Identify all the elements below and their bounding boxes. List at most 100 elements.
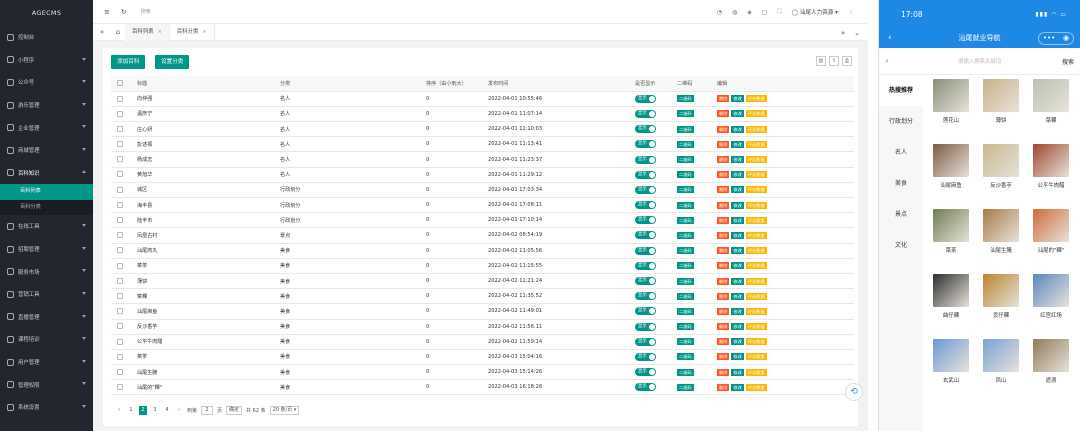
comment-data-button[interactable]: 评论数据 — [745, 125, 767, 133]
qrcode-button[interactable]: 二维码 — [677, 323, 694, 331]
edit-button[interactable]: 修改 — [731, 383, 744, 391]
close-icon[interactable]: × — [202, 24, 206, 41]
grid-item[interactable]: 汕尾生腌 — [977, 209, 1025, 254]
delete-button[interactable]: 删除 — [717, 307, 730, 315]
row-checkbox[interactable] — [117, 262, 123, 269]
qrcode-button[interactable]: 二维码 — [677, 125, 694, 133]
goto-page-input[interactable]: 2 — [201, 406, 214, 415]
sidebar-item-6[interactable]: 百科知识 — [0, 162, 93, 185]
sidebar-item-8[interactable]: 招聘管理 — [0, 238, 93, 261]
row-checkbox[interactable] — [117, 338, 123, 345]
col-time[interactable]: 发布时间 — [482, 76, 629, 92]
theme-icon[interactable]: ◈ — [747, 9, 752, 16]
home-icon[interactable]: ⌂ — [111, 28, 125, 36]
row-select-cell[interactable] — [111, 121, 131, 138]
comment-data-button[interactable]: 评论数据 — [745, 383, 767, 391]
row-select-cell[interactable] — [111, 288, 131, 305]
visible-toggle[interactable]: 显示 — [635, 368, 656, 377]
comment-data-button[interactable]: 评论数据 — [745, 171, 767, 179]
visible-toggle[interactable]: 显示 — [635, 185, 656, 194]
edit-button[interactable]: 修改 — [731, 140, 744, 148]
qrcode-button[interactable]: 二维码 — [677, 140, 694, 148]
sidebar-item-12[interactable]: 课程培训 — [0, 328, 93, 351]
edit-button[interactable]: 修改 — [731, 277, 744, 285]
sidebar-item-1[interactable]: 小程序 — [0, 49, 93, 72]
col-visible[interactable]: 是否显示 — [629, 76, 671, 92]
delete-button[interactable]: 删除 — [717, 368, 730, 376]
row-select-cell[interactable] — [111, 136, 131, 153]
sidebar-item-15[interactable]: 系统设置 — [0, 396, 93, 419]
row-checkbox[interactable] — [117, 217, 123, 224]
delete-button[interactable]: 删除 — [717, 186, 730, 194]
edit-button[interactable]: 修改 — [731, 201, 744, 209]
row-checkbox[interactable] — [117, 368, 123, 375]
grid-item[interactable]: 玄武山 — [927, 339, 975, 384]
note-icon[interactable]: ▢ — [762, 9, 768, 16]
qrcode-button[interactable]: 二维码 — [677, 307, 694, 315]
row-select-cell[interactable] — [111, 319, 131, 335]
phone-category-0[interactable]: 热搜推荐 — [879, 75, 923, 106]
grid-item[interactable]: 汕尾的"粿" — [1027, 209, 1075, 254]
comment-data-button[interactable]: 评论数据 — [745, 186, 767, 194]
row-checkbox[interactable] — [117, 232, 123, 239]
row-select-cell[interactable] — [111, 243, 131, 259]
delete-button[interactable]: 删除 — [717, 216, 730, 224]
qrcode-button[interactable]: 二维码 — [677, 247, 694, 255]
grid-item[interactable]: 公平牛肉醋 — [1027, 144, 1075, 189]
row-select-cell[interactable] — [111, 91, 131, 107]
comment-data-button[interactable]: 评论数据 — [745, 110, 767, 118]
grid-item[interactable]: 菜茶 — [927, 209, 975, 254]
qrcode-button[interactable]: 二维码 — [677, 277, 694, 285]
sidebar-item-0[interactable]: 控制台 — [0, 26, 93, 49]
qrcode-button[interactable]: 二维码 — [677, 338, 694, 346]
grid-item[interactable]: 反沙香芋 — [977, 144, 1025, 189]
edit-button[interactable]: 修改 — [731, 186, 744, 194]
delete-button[interactable]: 删除 — [717, 171, 730, 179]
comment-data-button[interactable]: 评论数据 — [745, 95, 767, 103]
qrcode-button[interactable]: 二维码 — [677, 186, 694, 194]
row-select-cell[interactable] — [111, 303, 131, 320]
visible-toggle[interactable]: 显示 — [635, 292, 656, 301]
comment-data-button[interactable]: 评论数据 — [745, 368, 767, 376]
delete-button[interactable]: 删除 — [717, 247, 730, 255]
visible-toggle[interactable]: 显示 — [635, 261, 656, 270]
col-sort[interactable]: 排序（由小到大） — [420, 76, 482, 92]
delete-button[interactable]: 删除 — [717, 156, 730, 164]
sidebar-item-9[interactable]: 服务市场 — [0, 260, 93, 283]
top-search[interactable]: 搜索 — [141, 8, 151, 15]
edit-button[interactable]: 修改 — [731, 110, 744, 118]
phone-search-input[interactable]: 请输入搜索关键词 — [897, 57, 1062, 65]
visible-toggle[interactable]: 显示 — [635, 216, 656, 225]
visible-toggle[interactable]: 显示 — [635, 352, 656, 361]
comment-data-button[interactable]: 评论数据 — [745, 216, 767, 224]
qrcode-button[interactable]: 二维码 — [677, 95, 694, 103]
row-checkbox[interactable] — [117, 110, 123, 117]
col-edit[interactable]: 编辑 — [711, 76, 854, 92]
edit-button[interactable]: 修改 — [731, 323, 744, 331]
print-icon[interactable]: ⎙ — [842, 56, 852, 66]
phone-category-1[interactable]: 行政划分 — [879, 106, 923, 137]
edit-button[interactable]: 修改 — [731, 368, 744, 376]
visible-toggle[interactable]: 显示 — [635, 155, 656, 164]
grid-item[interactable]: 菜粿 — [1027, 79, 1075, 124]
row-select-cell[interactable] — [111, 167, 131, 183]
lock-icon[interactable]: ◍ — [732, 9, 737, 16]
qrcode-button[interactable]: 二维码 — [677, 383, 694, 391]
tab-wiki-list[interactable]: 百科列表 × — [125, 23, 170, 41]
phone-category-4[interactable]: 景点 — [879, 199, 923, 230]
qrcode-button[interactable]: 二维码 — [677, 171, 694, 179]
page-4[interactable]: 4 — [163, 406, 171, 415]
comment-data-button[interactable]: 评论数据 — [745, 156, 767, 164]
qrcode-button[interactable]: 二维码 — [677, 110, 694, 118]
qrcode-button[interactable]: 二维码 — [677, 201, 694, 209]
grid-item[interactable]: 汕尾麻鱼 — [927, 144, 975, 189]
delete-button[interactable]: 删除 — [717, 262, 730, 270]
grid-item[interactable]: 贡仔粿 — [977, 274, 1025, 319]
visible-toggle[interactable]: 显示 — [635, 307, 656, 316]
qrcode-button[interactable]: 二维码 — [677, 262, 694, 270]
row-select-cell[interactable] — [111, 151, 131, 168]
edit-button[interactable]: 修改 — [731, 292, 744, 300]
row-checkbox[interactable] — [117, 125, 123, 132]
select-all-checkbox[interactable] — [117, 80, 123, 87]
refresh-icon[interactable]: ↻ — [121, 8, 127, 16]
